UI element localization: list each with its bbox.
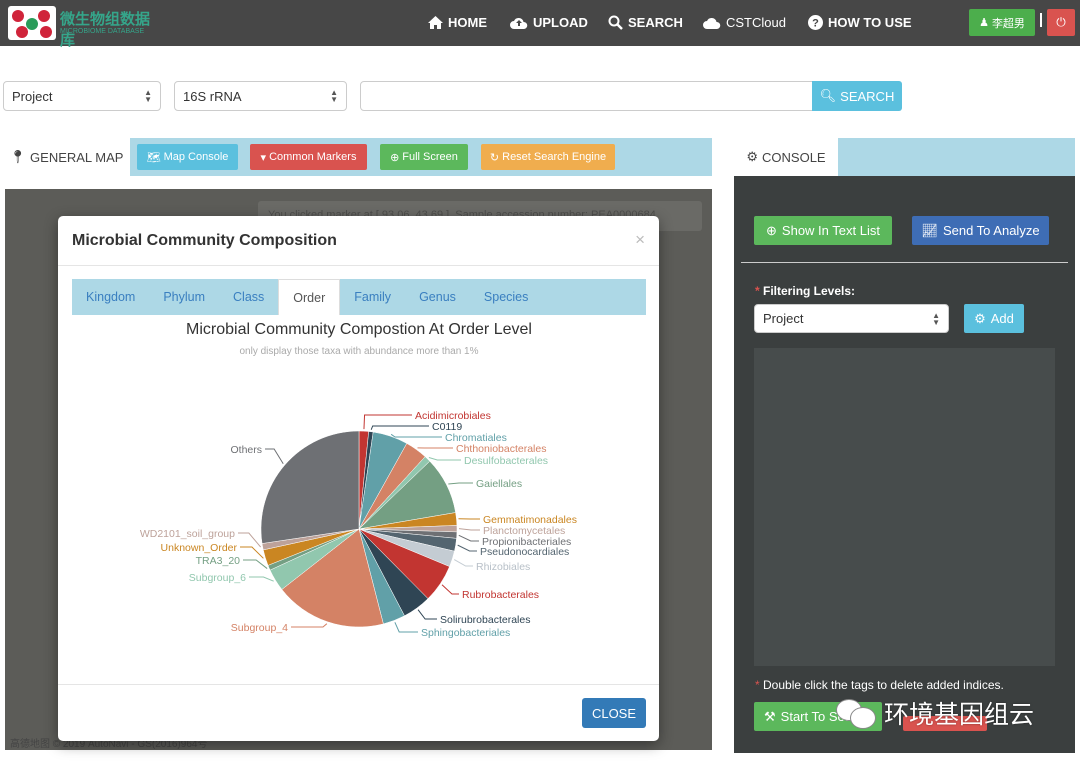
show-in-text-list-button[interactable]: ⊕ Show In Text List — [754, 216, 892, 245]
gavel-icon: ⚒ — [764, 708, 776, 724]
chart-title: Microbial Community Compostion At Order … — [186, 321, 532, 338]
select-arrows-icon: ▲ ▼ — [932, 310, 940, 327]
filtering-levels-label: * Filtering Levels: — [755, 284, 856, 298]
label-line — [428, 456, 461, 461]
slice-label: Sphingobacteriales — [421, 627, 510, 639]
slice-label: Subgroup_4 — [231, 622, 288, 634]
zoom-in-icon: ⊕ — [766, 222, 777, 238]
label-line — [249, 576, 274, 582]
console-tabbar: ⚙ CONSOLE — [734, 138, 1075, 176]
label-line — [238, 532, 262, 548]
tags-area[interactable] — [754, 348, 1055, 666]
slice-label: Chthoniobacterales — [456, 443, 546, 455]
label-line — [240, 546, 264, 559]
slice-label: Others — [230, 444, 262, 456]
label-line — [291, 623, 328, 628]
label-line — [453, 559, 473, 567]
label-line — [363, 414, 412, 430]
slice-label: Rubrobacterales — [462, 589, 539, 601]
slice-label: Desulfobacterales — [464, 455, 548, 467]
show-in-text-list-label: Show In Text List — [781, 223, 880, 238]
add-label: Add — [990, 311, 1014, 326]
label-line — [243, 559, 268, 569]
watermark-text: 环境基因组云 — [884, 701, 1035, 729]
label-line — [417, 609, 437, 620]
label-line — [441, 584, 459, 595]
tab-console-label: CONSOLE — [762, 149, 826, 165]
delete-hint-text: Double click the tags to delete added in… — [763, 678, 1004, 692]
filtering-level-value: Project — [763, 311, 804, 326]
slice-label: Subgroup_6 — [189, 572, 246, 584]
send-to-analyze-label: Send To Analyze — [942, 223, 1040, 238]
slice-label: Unknown_Order — [161, 542, 238, 554]
filtering-levels-text: Filtering Levels: — [763, 284, 856, 298]
gear-icon: ⚙ — [974, 310, 986, 326]
cogs-icon: ⚙ — [746, 149, 759, 164]
label-line — [370, 425, 429, 430]
chart-subtitle: only display those taxa with abundance m… — [239, 346, 478, 357]
label-line — [458, 528, 480, 531]
label-line — [390, 433, 442, 438]
pie-slice-others[interactable] — [260, 430, 360, 544]
slice-label: Pseudonocardiales — [480, 546, 569, 558]
add-button[interactable]: ⚙ Add — [964, 304, 1024, 333]
slice-label: Rhizobiales — [476, 561, 530, 573]
send-to-analyze-button[interactable]: 📈︎ Send To Analyze — [912, 216, 1049, 245]
label-line — [458, 534, 479, 542]
label-line — [394, 622, 418, 633]
delete-hint: * Double click the tags to delete added … — [755, 678, 1004, 692]
console-divider — [741, 262, 1068, 263]
slice-label: WD2101_soil_group — [140, 528, 235, 540]
wechat-icon — [836, 697, 878, 729]
line-chart-icon: 📈︎ — [921, 222, 938, 238]
filtering-level-select[interactable]: Project ▲ ▼ — [754, 304, 949, 333]
slice-label: TRA3_20 — [196, 555, 241, 567]
label-line — [457, 544, 477, 552]
label-line — [448, 482, 473, 485]
label-line — [265, 448, 284, 465]
slice-label: Gaiellales — [476, 478, 522, 490]
slice-label: Solirubrobacterales — [440, 614, 530, 626]
watermark: 环境基因组云 — [836, 695, 1034, 731]
tab-console[interactable]: ⚙ CONSOLE — [734, 138, 838, 176]
